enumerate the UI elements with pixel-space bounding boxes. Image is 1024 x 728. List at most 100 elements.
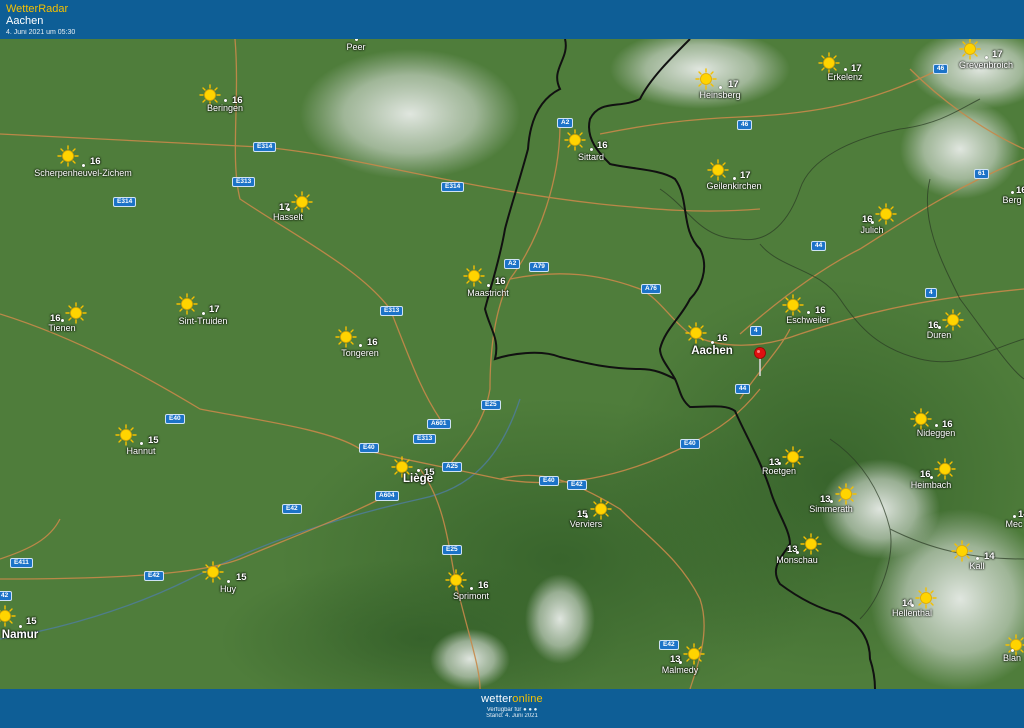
city-label[interactable]: Tongeren [341, 348, 379, 358]
city-label[interactable]: Namur [2, 629, 38, 641]
sun-icon [818, 52, 840, 74]
road-shield: E40 [165, 414, 185, 424]
sun-icon [910, 408, 932, 430]
city-label[interactable]: Maastricht [467, 288, 509, 298]
city-dot [719, 86, 722, 89]
city-label[interactable]: Scherpenheuvel-Zichem [34, 168, 132, 178]
road-shield: A2 [504, 259, 521, 269]
sun-icon [959, 39, 981, 60]
sun-icon [942, 309, 964, 331]
sun-icon [683, 643, 705, 665]
sun-icon [685, 322, 707, 344]
city-label[interactable]: Tienen [48, 323, 75, 333]
city-label[interactable]: Kall [969, 561, 984, 571]
road-shield: 4 [925, 288, 937, 298]
app-name: WetterRadar [6, 3, 69, 15]
city-dot [227, 580, 230, 583]
sun-icon [934, 458, 956, 480]
road-shield: E42 [659, 640, 679, 650]
sun-icon [915, 587, 937, 609]
city-dot [82, 164, 85, 167]
city-label[interactable]: Julich [860, 225, 883, 235]
road-shield: E42 [567, 480, 587, 490]
city-dot [844, 68, 847, 71]
city-label[interactable]: Berg [1002, 195, 1021, 205]
city-label[interactable]: Peer [346, 42, 365, 52]
road-shield: A25 [442, 462, 462, 472]
temperature-label: 16 [495, 276, 506, 287]
city-label[interactable]: Nideggen [917, 428, 956, 438]
sun-icon [176, 293, 198, 315]
city-label[interactable]: Erkelenz [827, 72, 862, 82]
city-label[interactable]: Duren [927, 330, 952, 340]
city-label[interactable]: Sittard [578, 152, 604, 162]
city-dot [976, 557, 979, 560]
road-shield: E313 [413, 434, 437, 444]
road-shield: 44 [735, 384, 751, 394]
temperature-label: 16 [90, 156, 101, 167]
sun-icon [202, 561, 224, 583]
temperature-label: 16 [920, 469, 931, 480]
road-shield: 42 [0, 591, 13, 601]
city-label[interactable]: Hasselt [273, 212, 303, 222]
city-dot [911, 604, 914, 607]
city-dot [470, 587, 473, 590]
city-label[interactable]: Aachen [691, 345, 733, 357]
city-dot [487, 284, 490, 287]
city-label[interactable]: Beringen [207, 103, 243, 113]
weather-map[interactable]: Peer 16 Beringen 16 Scherpenheuvel-Zichem 17 H… [0, 39, 1024, 689]
sun-icon [695, 68, 717, 90]
temperature-label: 14 [984, 551, 995, 562]
road-shield: E314 [113, 197, 137, 207]
city-label[interactable]: Heimbach [911, 480, 952, 490]
city-dot [938, 326, 941, 329]
city-label[interactable]: Sprimont [453, 591, 489, 601]
city-label[interactable]: Grevenbroich [959, 60, 1013, 70]
road-shield: E313 [380, 306, 404, 316]
stand-label: Stand: 4. Juni 2021 [486, 713, 538, 719]
city-label[interactable]: Heinsberg [699, 90, 740, 100]
road-shield: E313 [232, 177, 256, 187]
city-label[interactable]: Malmedy [662, 665, 699, 675]
city-dot [590, 148, 593, 151]
city-dot [224, 99, 227, 102]
city-dot [796, 551, 799, 554]
road-shield: E411 [10, 558, 33, 568]
location-pin-icon[interactable] [753, 347, 767, 377]
road-shield: A76 [641, 284, 661, 294]
road-shield: E314 [253, 142, 277, 152]
temperature-label: 17 [740, 170, 751, 181]
city-dot [871, 221, 874, 224]
city-dot [1011, 649, 1014, 652]
city-label[interactable]: Monschau [776, 555, 818, 565]
city-label[interactable]: Verviers [570, 519, 603, 529]
city-dot [935, 424, 938, 427]
road-shield: A79 [529, 262, 549, 272]
city-label[interactable]: Roetgen [762, 466, 796, 476]
city-label[interactable]: Hellenthal [892, 608, 932, 618]
temperature-label: 15 [26, 616, 37, 627]
sun-icon [115, 424, 137, 446]
city-label[interactable]: Sint-Truiden [179, 316, 228, 326]
sun-icon [951, 540, 973, 562]
road-shield: 61 [974, 169, 990, 179]
road-shield: E40 [359, 443, 379, 453]
city-label[interactable]: Simmerath [809, 504, 853, 514]
sun-icon [800, 533, 822, 555]
city-label[interactable]: Geilenkirchen [706, 181, 761, 191]
road-shield: 4 [750, 326, 762, 336]
brand-logo: wetteronline [481, 693, 543, 705]
city-label[interactable]: Blan [1003, 653, 1021, 663]
city-dot [585, 515, 588, 518]
app-footer: wetteronline Verfügbar für ● ● ● Stand: … [0, 689, 1024, 728]
city-dot [287, 208, 290, 211]
sun-icon [0, 605, 16, 627]
city-label[interactable]: Huy [220, 584, 236, 594]
city-dot [711, 341, 714, 344]
city-label[interactable]: Mec [1005, 519, 1022, 529]
temperature-label: 15 [148, 435, 159, 446]
city-label[interactable]: Liège [403, 473, 433, 485]
city-label[interactable]: Eschweiler [786, 315, 830, 325]
sun-icon [564, 129, 586, 151]
city-label[interactable]: Hannut [126, 446, 155, 456]
